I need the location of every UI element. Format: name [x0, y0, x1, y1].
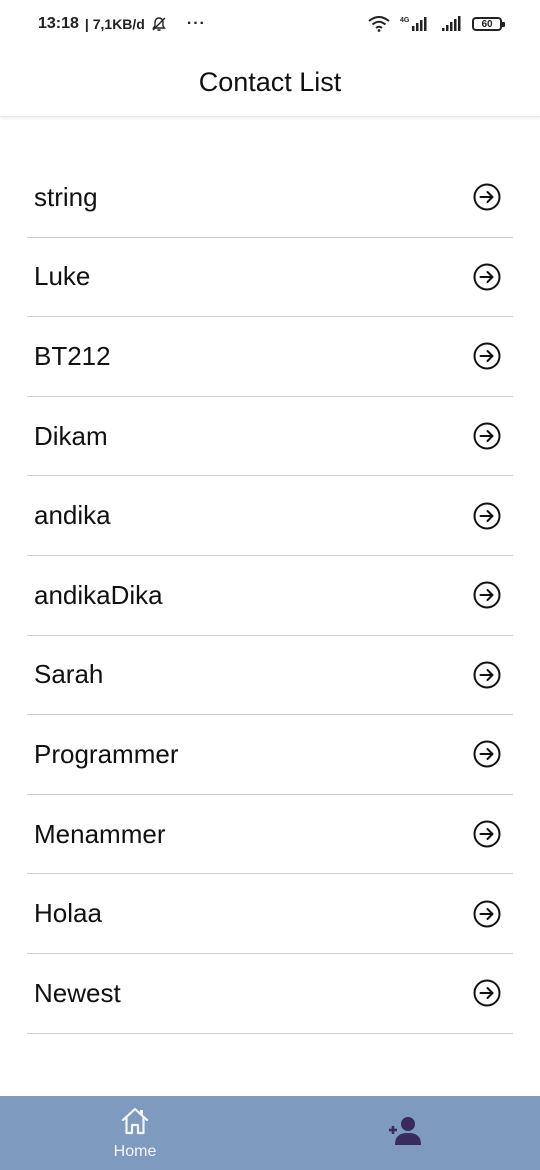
bottom-nav: Home	[0, 1096, 540, 1170]
arrow-right-circle-icon[interactable]	[472, 660, 502, 690]
contact-name: BT212	[34, 340, 111, 371]
page-title: Contact List	[198, 66, 342, 97]
contact-row[interactable]: Menammer	[27, 795, 513, 875]
contact-row[interactable]: Newest	[27, 954, 513, 1034]
arrow-right-circle-icon[interactable]	[472, 899, 502, 929]
contact-row[interactable]: string	[27, 158, 513, 238]
home-icon	[119, 1106, 151, 1141]
status-left: 13:18 | 7,1KB/d ···	[38, 15, 206, 33]
contact-row[interactable]: andikaDika	[27, 556, 513, 636]
contact-row[interactable]: Dikam	[27, 397, 513, 477]
contact-list: string Luke BT212 Dikam andika andikaDik…	[27, 158, 513, 1034]
contact-name: Sarah	[34, 659, 104, 690]
status-bar: 13:18 | 7,1KB/d ··· 4G 60	[0, 0, 540, 48]
contact-row[interactable]: Luke	[27, 238, 513, 318]
battery-icon: 60	[472, 17, 505, 31]
arrow-right-circle-icon[interactable]	[472, 819, 502, 849]
contact-row[interactable]: Programmer	[27, 715, 513, 795]
contact-name: Newest	[34, 977, 121, 1008]
arrow-right-circle-icon[interactable]	[472, 341, 502, 371]
wifi-icon	[368, 16, 390, 32]
arrow-right-circle-icon[interactable]	[472, 182, 502, 212]
contact-name: Programmer	[34, 738, 179, 769]
contact-name: Holaa	[34, 898, 102, 929]
contact-name: andikaDika	[34, 579, 163, 610]
nav-add-contact[interactable]	[270, 1096, 540, 1170]
nav-home-label: Home	[113, 1142, 157, 1160]
contact-row[interactable]: andika	[27, 476, 513, 556]
status-right: 4G 60	[368, 15, 505, 33]
nav-home[interactable]: Home	[0, 1096, 270, 1170]
contact-name: Dikam	[34, 420, 108, 451]
contact-row[interactable]: Holaa	[27, 874, 513, 954]
contact-row[interactable]: Sarah	[27, 636, 513, 716]
arrow-right-circle-icon[interactable]	[472, 580, 502, 610]
contact-name: andika	[34, 500, 111, 531]
contact-row[interactable]: BT212	[27, 317, 513, 397]
status-more-icon: ···	[186, 15, 206, 32]
bell-off-icon	[151, 16, 167, 32]
app-header: Contact List	[0, 48, 540, 117]
status-time: 13:18	[38, 15, 79, 32]
arrow-right-circle-icon[interactable]	[472, 739, 502, 769]
contact-name: string	[34, 181, 98, 212]
add-person-icon	[387, 1114, 423, 1153]
signal-4g-icon: 4G	[400, 15, 430, 33]
arrow-right-circle-icon[interactable]	[472, 262, 502, 292]
arrow-right-circle-icon[interactable]	[472, 978, 502, 1008]
arrow-right-circle-icon[interactable]	[472, 501, 502, 531]
signal-icon	[440, 15, 462, 33]
network-type-label: 4G	[400, 17, 410, 24]
contact-name: Menammer	[34, 818, 166, 849]
contact-name: Luke	[34, 261, 91, 292]
arrow-right-circle-icon[interactable]	[472, 421, 502, 451]
status-network-speed: | 7,1KB/d	[84, 16, 145, 32]
